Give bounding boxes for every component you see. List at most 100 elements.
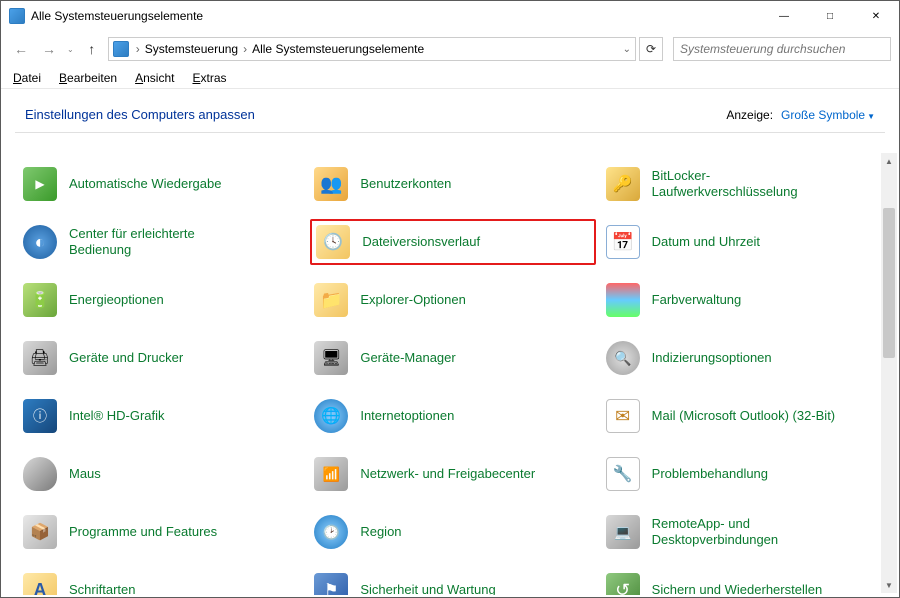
intel-icon [23, 399, 57, 433]
mouse-icon [23, 457, 57, 491]
trouble-icon [606, 457, 640, 491]
scroll-up-button[interactable]: ▲ [881, 153, 897, 169]
cp-item-color[interactable]: Farbverwaltung [602, 277, 887, 323]
cp-item-security[interactable]: Sicherheit und Wartung [310, 567, 595, 595]
cp-item-intel[interactable]: Intel® HD-Grafik [19, 393, 304, 439]
cp-item-label: Internetoptionen [360, 408, 454, 424]
cp-item-devmgr[interactable]: Geräte-Manager [310, 335, 595, 381]
cp-item-filehist[interactable]: Dateiversionsverlauf [310, 219, 595, 265]
view-label: Anzeige: [726, 108, 773, 122]
programs-icon [23, 515, 57, 549]
cp-item-autoplay[interactable]: Automatische Wiedergabe [19, 161, 304, 207]
history-dropdown-icon[interactable]: ⌄ [65, 45, 76, 54]
cp-item-label: Energieoptionen [69, 292, 164, 308]
cp-item-label: Programme und Features [69, 524, 217, 540]
breadcrumb-root[interactable]: Systemsteuerung [145, 42, 238, 56]
page-heading: Einstellungen des Computers anpassen [25, 107, 255, 122]
refresh-button[interactable]: ⟳ [639, 37, 663, 61]
scroll-down-button[interactable]: ▼ [881, 577, 897, 593]
index-icon [606, 341, 640, 375]
cp-item-label: Datum und Uhrzeit [652, 234, 760, 250]
power-icon [23, 283, 57, 317]
cp-item-datetime[interactable]: Datum und Uhrzeit [602, 219, 887, 265]
mail-icon [606, 399, 640, 433]
view-mode-dropdown[interactable]: Große Symbole▼ [781, 108, 875, 122]
window-controls: — □ ✕ [761, 1, 899, 31]
cp-item-label: Benutzerkonten [360, 176, 451, 192]
menu-file[interactable]: Datei [13, 71, 41, 85]
cp-item-network[interactable]: Netzwerk- und Freigabecenter [310, 451, 595, 497]
devmgr-icon [314, 341, 348, 375]
cp-item-inet[interactable]: Internetoptionen [310, 393, 595, 439]
backup-icon [606, 573, 640, 595]
color-icon [606, 283, 640, 317]
forward-button[interactable]: → [37, 37, 61, 61]
control-panel-icon [9, 8, 25, 24]
filehist-icon [316, 225, 350, 259]
cp-item-index[interactable]: Indizierungsoptionen [602, 335, 887, 381]
bitlocker-icon [606, 167, 640, 201]
cp-item-label: Problembehandlung [652, 466, 768, 482]
cp-item-label: Geräte-Manager [360, 350, 455, 366]
cp-item-users[interactable]: Benutzerkonten [310, 161, 595, 207]
cp-item-label: Sichern und Wiederherstellen [652, 582, 823, 595]
items-grid: Automatische Wiedergabe Benutzerkonten Bit… [3, 151, 897, 595]
cp-item-label: Schriftarten [69, 582, 135, 595]
network-icon [314, 457, 348, 491]
cp-item-region[interactable]: Region [310, 509, 595, 555]
breadcrumb-dropdown-icon[interactable]: ⌄ [623, 44, 631, 55]
ease-icon [23, 225, 57, 259]
cp-item-mail[interactable]: Mail (Microsoft Outlook) (32-Bit) [602, 393, 887, 439]
cp-item-label: Region [360, 524, 401, 540]
cp-item-label: Netzwerk- und Freigabecenter [360, 466, 535, 482]
cp-item-mouse[interactable]: Maus [19, 451, 304, 497]
breadcrumb[interactable]: › Systemsteuerung › Alle Systemsteuerung… [108, 37, 636, 61]
minimize-button[interactable]: — [761, 1, 807, 31]
cp-item-explorer[interactable]: Explorer-Optionen [310, 277, 595, 323]
cp-item-label: RemoteApp- und Desktopverbindungen [652, 516, 842, 549]
cp-item-label: Center für erleichterte Bedienung [69, 226, 259, 259]
search-input[interactable] [673, 37, 891, 61]
maximize-button[interactable]: □ [807, 1, 853, 31]
cp-item-label: Mail (Microsoft Outlook) (32-Bit) [652, 408, 835, 424]
cp-item-trouble[interactable]: Problembehandlung [602, 451, 887, 497]
cp-item-label: BitLocker-Laufwerkverschlüsselung [652, 168, 842, 201]
cp-item-backup[interactable]: Sichern und Wiederherstellen [602, 567, 887, 595]
titlebar: Alle Systemsteuerungselemente — □ ✕ [1, 1, 899, 31]
cp-item-bitlocker[interactable]: BitLocker-Laufwerkverschlüsselung [602, 161, 887, 207]
cp-item-programs[interactable]: Programme und Features [19, 509, 304, 555]
cp-item-remote[interactable]: RemoteApp- und Desktopverbindungen [602, 509, 887, 555]
devprint-icon [23, 341, 57, 375]
menu-view[interactable]: Ansicht [135, 71, 174, 85]
chevron-right-icon[interactable]: › [133, 42, 143, 56]
security-icon [314, 573, 348, 595]
cp-item-devprint[interactable]: Geräte und Drucker [19, 335, 304, 381]
fonts-icon [23, 573, 57, 595]
cp-item-fonts[interactable]: Schriftarten [19, 567, 304, 595]
menu-extras[interactable]: Extras [192, 71, 226, 85]
cp-item-label: Intel® HD-Grafik [69, 408, 165, 424]
autoplay-icon [23, 167, 57, 201]
scroll-thumb[interactable] [883, 208, 895, 358]
region-icon [314, 515, 348, 549]
cp-item-ease[interactable]: Center für erleichterte Bedienung [19, 219, 304, 265]
menu-edit[interactable]: Bearbeiten [59, 71, 117, 85]
cp-item-label: Maus [69, 466, 101, 482]
explorer-icon [314, 283, 348, 317]
cp-item-label: Automatische Wiedergabe [69, 176, 221, 192]
datetime-icon [606, 225, 640, 259]
content-header: Einstellungen des Computers anpassen Anz… [1, 89, 899, 132]
cp-item-power[interactable]: Energieoptionen [19, 277, 304, 323]
up-button[interactable]: ↑ [80, 41, 104, 57]
cp-item-label: Farbverwaltung [652, 292, 742, 308]
close-button[interactable]: ✕ [853, 1, 899, 31]
cp-item-label: Sicherheit und Wartung [360, 582, 495, 595]
chevron-right-icon[interactable]: › [240, 42, 250, 56]
content-scroll-area: Automatische Wiedergabe Benutzerkonten Bit… [3, 151, 897, 595]
vertical-scrollbar[interactable]: ▲ ▼ [881, 153, 897, 593]
inet-icon [314, 399, 348, 433]
cp-item-label: Indizierungsoptionen [652, 350, 772, 366]
users-icon [314, 167, 348, 201]
breadcrumb-current[interactable]: Alle Systemsteuerungselemente [252, 42, 424, 56]
back-button[interactable]: ← [9, 37, 33, 61]
